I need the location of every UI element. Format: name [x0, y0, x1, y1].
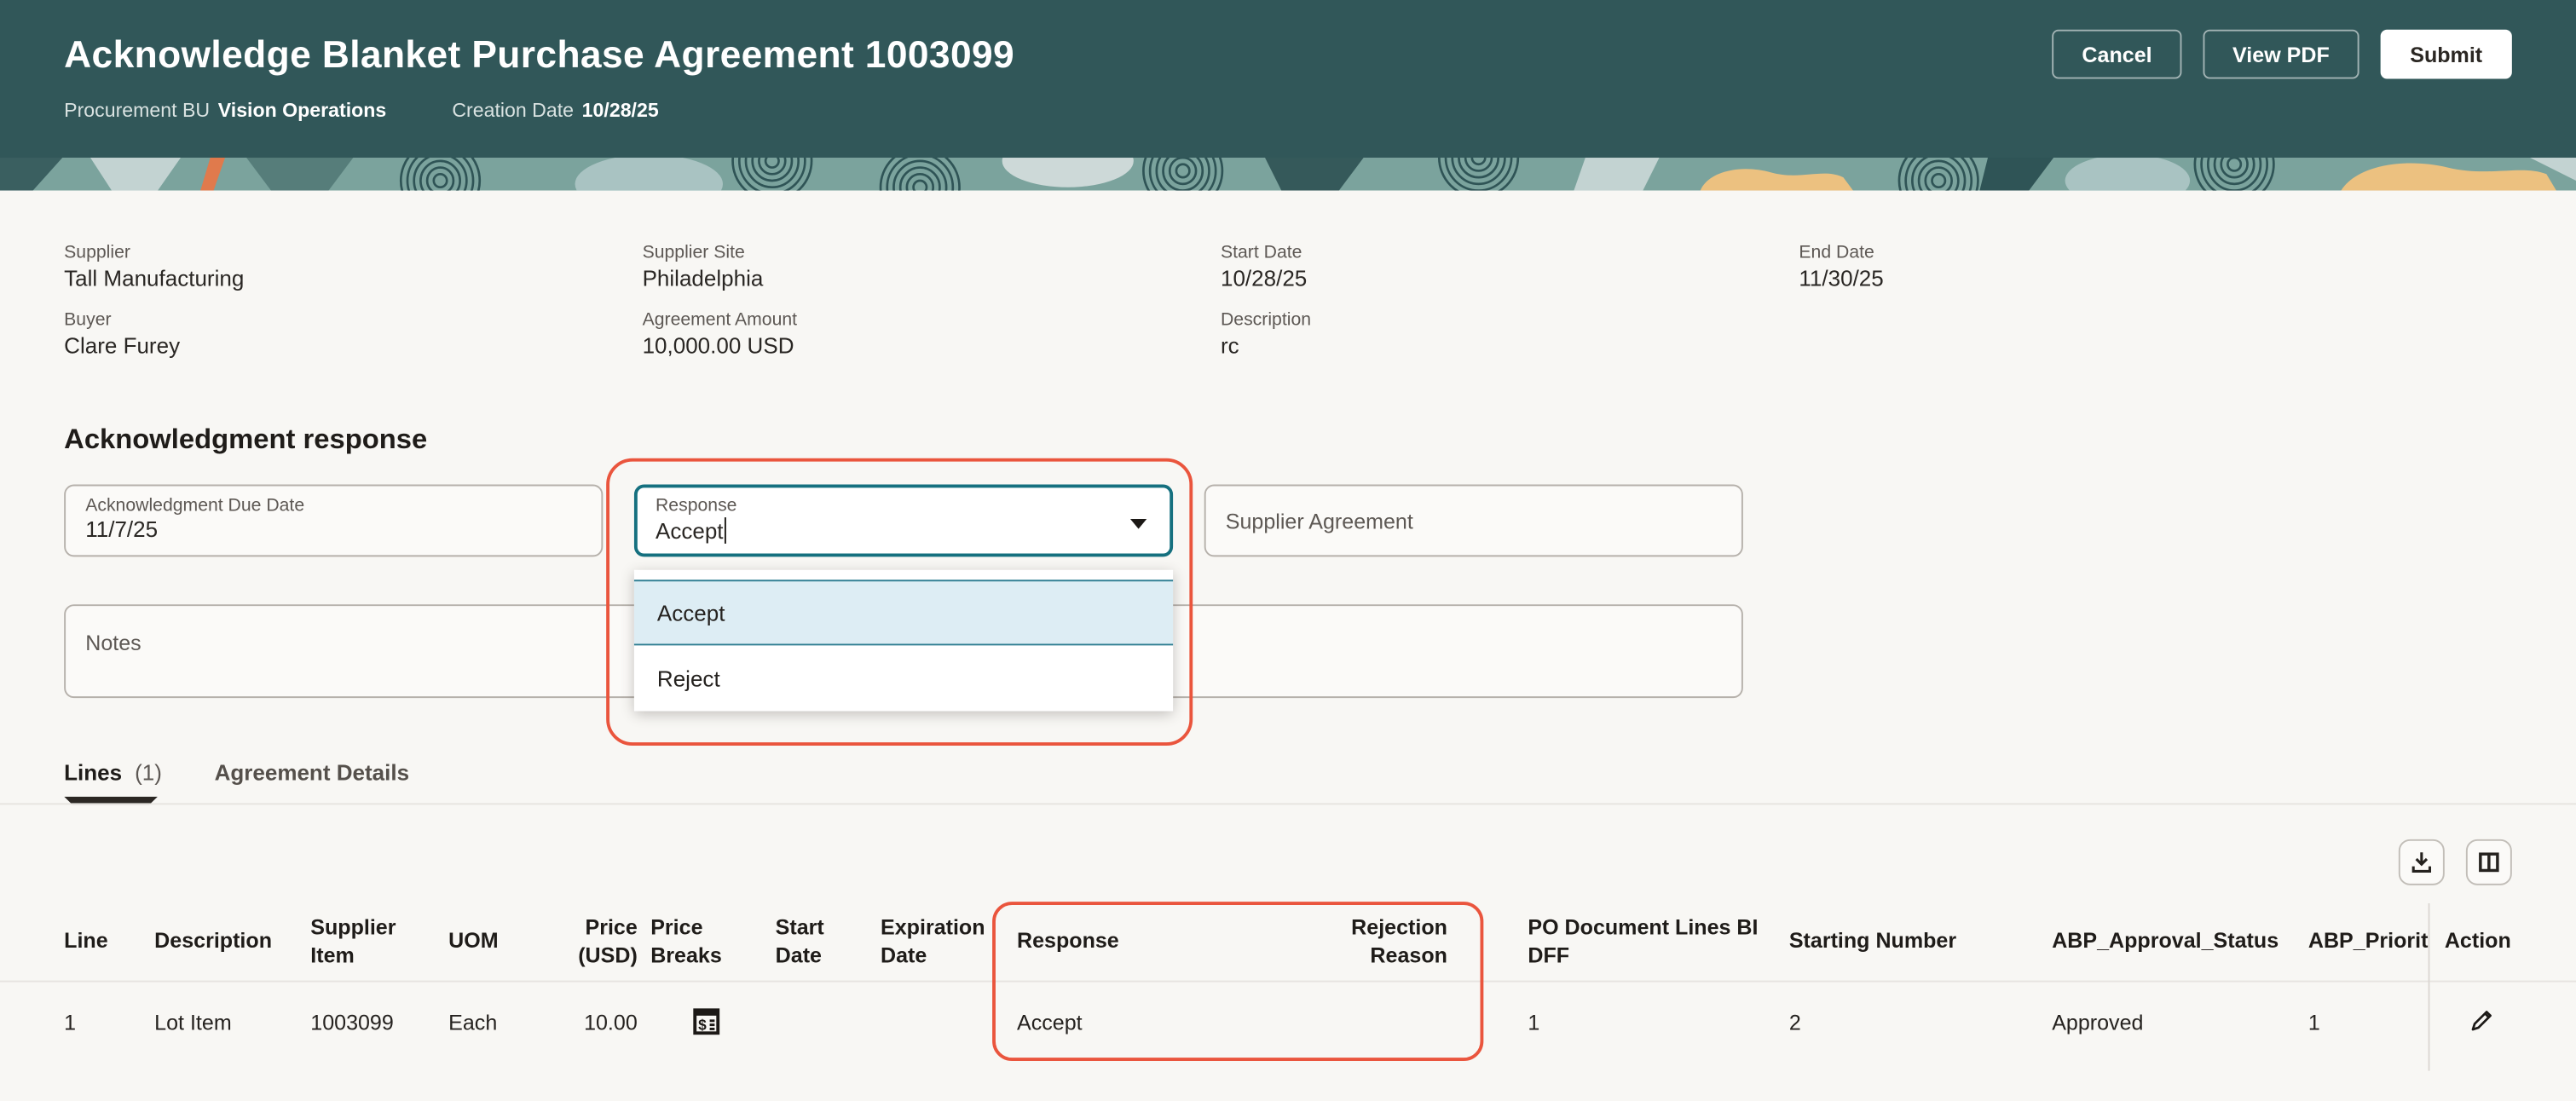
- chevron-down-icon[interactable]: [1130, 519, 1146, 529]
- cell-description: Lot Item: [154, 1009, 310, 1034]
- cell-supplier-item: 1003099: [310, 1009, 448, 1034]
- acknowledgment-due-date-value: 11/7/25: [85, 517, 581, 542]
- page-header: Acknowledge Blanket Purchase Agreement 1…: [0, 0, 2576, 158]
- response-dropdown-list: Accept Reject: [634, 570, 1173, 712]
- agreement-amount-value: 10,000.00 USD: [643, 333, 1221, 358]
- cell-starting-number: 2: [1789, 1009, 2052, 1034]
- creation-date-label: Creation Date: [452, 99, 574, 122]
- header-actions: Cancel View PDF Submit: [2053, 30, 2512, 79]
- acknowledge-bpa-page: Acknowledge Blanket Purchase Agreement 1…: [0, 0, 2576, 1101]
- start-date-value: 10/28/25: [1221, 266, 1799, 291]
- svg-text:$: $: [698, 1016, 707, 1033]
- action-column-divider: [2429, 903, 2430, 1071]
- cell-uom: Each: [448, 1009, 547, 1034]
- cell-response: Accept: [1017, 1009, 1279, 1034]
- tab-lines-count: (1): [135, 759, 162, 784]
- response-option-accept[interactable]: Accept: [634, 579, 1173, 645]
- acknowledgment-due-date-label: Acknowledgment Due Date: [85, 496, 581, 516]
- main-content: Supplier Tall Manufacturing Supplier Sit…: [0, 243, 2576, 1061]
- description-value: rc: [1221, 333, 1799, 358]
- tabs-divider: [0, 803, 2576, 804]
- supplier-site-label: Supplier Site: [643, 243, 1221, 262]
- col-starting-number[interactable]: Starting Number: [1789, 929, 2052, 955]
- summary-end-date: End Date 11/30/25: [1799, 243, 2377, 291]
- col-start-date[interactable]: Start Date: [776, 915, 881, 969]
- cell-abp-priority: 1: [2308, 1009, 2429, 1034]
- response-combobox[interactable]: Response Accept: [634, 485, 1173, 557]
- manage-columns-icon: [2475, 849, 2502, 875]
- end-date-value: 11/30/25: [1799, 266, 2377, 291]
- summary-description: Description rc: [1221, 310, 1799, 358]
- response-label: Response: [656, 496, 1152, 516]
- table-header-row: Line Description Supplier Item UOM Price…: [0, 903, 2576, 983]
- manage-columns-button[interactable]: [2466, 839, 2512, 885]
- response-option-reject[interactable]: Reject: [634, 645, 1173, 711]
- edit-pencil-icon[interactable]: [2468, 1005, 2498, 1035]
- end-date-label: End Date: [1799, 243, 2377, 262]
- lines-table: Line Description Supplier Item UOM Price…: [0, 903, 2576, 1061]
- col-description[interactable]: Description: [154, 929, 310, 955]
- download-icon: [2408, 849, 2434, 875]
- col-abp-approval-status[interactable]: ABP_Approval_Status: [2052, 929, 2308, 955]
- supplier-value: Tall Manufacturing: [64, 266, 642, 291]
- summary-buyer: Buyer Clare Furey: [64, 310, 642, 358]
- screenshot-viewport: Acknowledge Blanket Purchase Agreement 1…: [0, 0, 2576, 1101]
- table-row: 1 Lot Item 1003099 Each 10.00 $: [0, 983, 2576, 1062]
- decorative-leaf-band: [0, 158, 2576, 191]
- response-value: Accept: [656, 518, 724, 543]
- start-date-label: Start Date: [1221, 243, 1799, 262]
- description-label: Description: [1221, 310, 1799, 330]
- cell-price-breaks: $: [650, 1006, 775, 1039]
- col-abp-priority[interactable]: ABP_Priorit: [2308, 929, 2429, 955]
- detail-tabs: Lines (1) Agreement Details: [64, 752, 2512, 805]
- creation-date: Creation Date 10/28/25: [452, 99, 658, 122]
- supplier-agreement-field[interactable]: Supplier Agreement: [1204, 485, 1743, 557]
- view-pdf-button[interactable]: View PDF: [2203, 30, 2359, 79]
- header-meta: Procurement BU Vision Operations Creatio…: [64, 99, 2512, 122]
- buyer-label: Buyer: [64, 310, 642, 330]
- col-expiration-date[interactable]: Expiration Date: [881, 915, 1017, 969]
- supplier-agreement-placeholder: Supplier Agreement: [1226, 508, 1413, 533]
- supplier-site-value: Philadelphia: [643, 266, 1221, 291]
- cell-action: [2429, 1005, 2576, 1039]
- price-breaks-icon[interactable]: $: [690, 1006, 723, 1039]
- col-action[interactable]: Action: [2429, 929, 2576, 955]
- agreement-amount-label: Agreement Amount: [643, 310, 1221, 330]
- text-caret: [725, 517, 726, 544]
- col-rejection-reason[interactable]: Rejection Reason: [1279, 915, 1460, 969]
- cancel-button[interactable]: Cancel: [2053, 30, 2182, 79]
- col-response[interactable]: Response: [1017, 929, 1279, 955]
- table-toolbar: [64, 839, 2512, 885]
- procurement-bu-label: Procurement BU: [64, 99, 210, 122]
- creation-date-value: 10/28/25: [582, 99, 659, 122]
- summary-supplier: Supplier Tall Manufacturing: [64, 243, 642, 291]
- cell-price-usd: 10.00: [547, 1009, 650, 1034]
- supplier-label: Supplier: [64, 243, 642, 262]
- summary-start-date: Start Date 10/28/25: [1221, 243, 1799, 291]
- col-price-breaks[interactable]: Price Breaks: [650, 915, 775, 969]
- buyer-value: Clare Furey: [64, 333, 642, 358]
- summary-supplier-site: Supplier Site Philadelphia: [643, 243, 1221, 291]
- col-line[interactable]: Line: [64, 929, 154, 955]
- col-supplier-item[interactable]: Supplier Item: [310, 915, 448, 969]
- col-price-usd[interactable]: Price (USD): [547, 915, 650, 969]
- acknowledgment-due-date-field[interactable]: Acknowledgment Due Date 11/7/25: [64, 485, 603, 557]
- tab-agreement-details[interactable]: Agreement Details: [215, 759, 409, 784]
- notes-placeholder: Notes: [85, 631, 141, 655]
- procurement-bu-value: Vision Operations: [218, 99, 386, 122]
- col-uom[interactable]: UOM: [448, 929, 547, 955]
- cell-po-document-lines-bi-dff: 1: [1460, 1009, 1788, 1034]
- acknowledgment-response-form: Acknowledgment Due Date 11/7/25 Response…: [64, 485, 2512, 699]
- procurement-bu: Procurement BU Vision Operations: [64, 99, 386, 122]
- cell-line: 1: [64, 1009, 154, 1034]
- submit-button[interactable]: Submit: [2381, 30, 2512, 79]
- acknowledgment-response-heading: Acknowledgment response: [64, 424, 2512, 457]
- tab-lines-label: Lines: [64, 759, 122, 784]
- tab-lines[interactable]: Lines (1): [64, 759, 162, 784]
- download-button[interactable]: [2399, 839, 2445, 885]
- agreement-summary: Supplier Tall Manufacturing Supplier Sit…: [64, 243, 2512, 358]
- cell-abp-approval-status: Approved: [2052, 1009, 2308, 1034]
- summary-agreement-amount: Agreement Amount 10,000.00 USD: [643, 310, 1221, 358]
- col-po-document-lines-bi-dff[interactable]: PO Document Lines BI DFF: [1460, 915, 1788, 969]
